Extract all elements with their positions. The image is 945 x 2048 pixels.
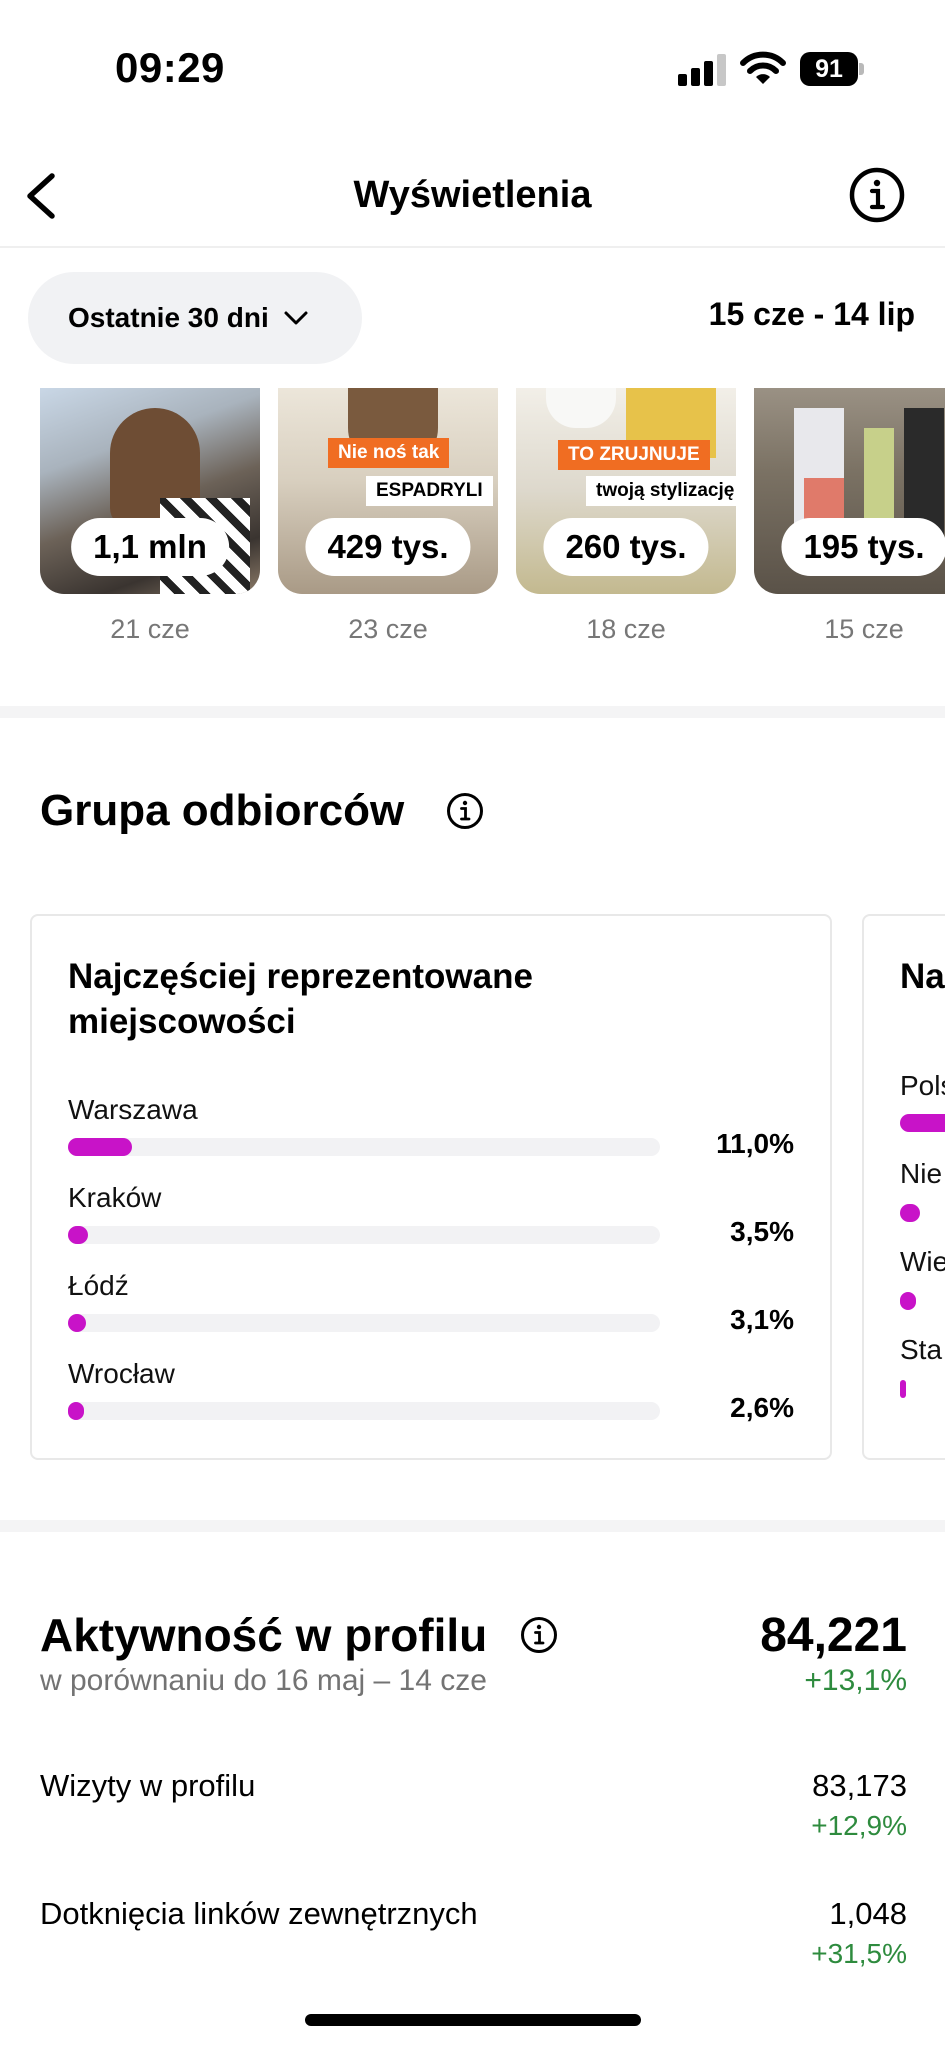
country-bar-fill <box>900 1380 906 1398</box>
country-label: Sta <box>900 1334 943 1365</box>
section-divider <box>0 1520 945 1532</box>
period-label: Ostatnie 30 dni <box>68 302 269 333</box>
metric-change: +31,5% <box>811 1938 907 1969</box>
views-badge: 429 tys. <box>305 518 471 576</box>
metric-value: 1,048 <box>829 1896 907 1931</box>
city-value: 11,0% <box>716 1128 794 1159</box>
city-value: 3,5% <box>730 1216 794 1247</box>
comparison-period: w porównaniu do 16 maj – 14 cze <box>40 1664 487 1697</box>
city-bar <box>68 1402 660 1420</box>
battery-level: 91 <box>800 52 858 86</box>
wifi-icon <box>740 51 786 84</box>
city-bar <box>68 1138 660 1156</box>
content-thumbnail[interactable]: 195 tys. <box>754 388 945 594</box>
activity-title: Aktywność w profilu <box>40 1609 488 1661</box>
city-label: Wrocław <box>68 1358 175 1389</box>
overlay-text: twoją stylizację <box>586 476 736 506</box>
city-bar-fill <box>68 1138 132 1156</box>
activity-total: 84,221 <box>760 1609 907 1662</box>
views-badge: 195 tys. <box>781 518 945 576</box>
country-label: Pols <box>900 1070 945 1101</box>
content-thumbnail[interactable]: TO ZRUJNUJE twoją stylizację 260 tys. <box>516 388 736 594</box>
country-bar-fill <box>900 1292 916 1310</box>
top-content-carousel[interactable]: 1,1 mln 21 cze Nie noś tak ESPADRYLI 429… <box>0 388 945 658</box>
city-label: Łódź <box>68 1270 129 1301</box>
city-value: 2,6% <box>730 1392 794 1423</box>
audience-title: Grupa odbiorców <box>40 786 405 835</box>
content-thumbnail[interactable]: 1,1 mln <box>40 388 260 594</box>
overlay-text: TO ZRUJNUJE <box>558 440 710 470</box>
country-label: Nie <box>900 1158 943 1189</box>
status-bar: 09:29 91 <box>0 0 945 130</box>
city-label: Kraków <box>68 1182 162 1213</box>
header-divider <box>0 246 945 248</box>
status-time: 09:29 <box>115 44 225 91</box>
content-date: 15 cze <box>824 614 904 644</box>
overlay-text: ESPADRYLI <box>366 476 493 506</box>
card-title: Na <box>900 957 945 996</box>
date-range: 15 cze - 14 lip <box>708 296 915 332</box>
nav-header: Wyświetlenia <box>0 150 945 246</box>
city-bar-fill <box>68 1402 84 1420</box>
city-bar-fill <box>68 1226 89 1244</box>
activity-total-change: +13,1% <box>804 1664 907 1697</box>
views-badge: 260 tys. <box>543 518 709 576</box>
info-icon[interactable] <box>520 1616 558 1654</box>
city-label: Warszawa <box>68 1094 198 1125</box>
metric-value: 83,173 <box>812 1768 907 1803</box>
content-date: 18 cze <box>586 614 666 644</box>
city-bar <box>68 1314 660 1332</box>
content-thumbnail[interactable]: Nie noś tak ESPADRYLI 429 tys. <box>278 388 498 594</box>
content-date: 23 cze <box>348 614 428 644</box>
metric-change: +12,9% <box>811 1810 907 1841</box>
battery-icon: 91 <box>800 52 864 86</box>
home-indicator <box>305 2014 641 2026</box>
city-bar <box>68 1226 660 1244</box>
section-divider <box>0 706 945 718</box>
overlay-text: Nie noś tak <box>328 438 450 468</box>
period-dropdown[interactable]: Ostatnie 30 dni <box>28 272 362 364</box>
country-bar-fill <box>900 1114 945 1132</box>
card-title: Najczęściej reprezentowane miejscowości <box>68 957 533 1041</box>
chevron-down-icon <box>284 311 308 325</box>
info-icon[interactable] <box>446 792 484 830</box>
metric-label: Dotknięcia linków zewnętrznych <box>40 1896 478 1931</box>
city-value: 3,1% <box>730 1304 794 1335</box>
page-title: Wyświetlenia <box>353 174 592 216</box>
country-label: Wie <box>900 1246 945 1277</box>
city-bar-fill <box>68 1314 87 1332</box>
country-bar-fill <box>900 1204 920 1222</box>
top-cities-card: Najczęściej reprezentowane miejscowości … <box>30 914 832 1460</box>
views-badge: 1,1 mln <box>71 518 229 576</box>
top-countries-card[interactable]: Na Pols Nie Wie Sta <box>862 914 945 1460</box>
metric-label: Wizyty w profilu <box>40 1768 256 1803</box>
info-icon[interactable] <box>848 166 906 224</box>
content-date: 21 cze <box>110 614 190 644</box>
cellular-signal-icon <box>678 54 726 86</box>
